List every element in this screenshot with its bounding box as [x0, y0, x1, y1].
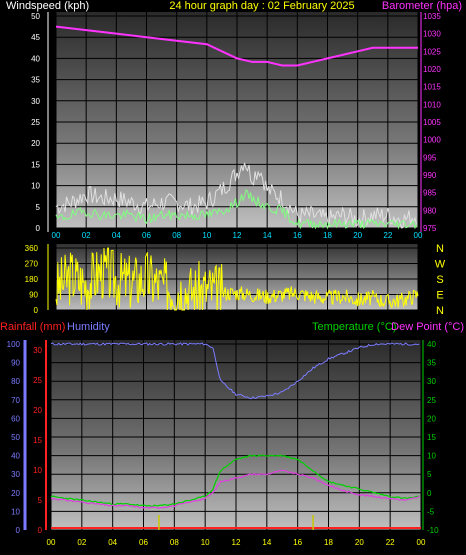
- barometer-tick-label: 990: [423, 171, 437, 180]
- temperature-x-tick-label: 10: [201, 538, 210, 547]
- dewpoint-axis-title: Dew Point (°C): [391, 321, 464, 333]
- rainfall-tick-label: 5: [38, 496, 43, 505]
- compass-label: N: [436, 305, 444, 317]
- temperature-tick-label: 10: [427, 452, 436, 461]
- wind-x-tick-label: 18: [323, 231, 332, 240]
- temperature-x-tick-label: 12: [232, 538, 241, 547]
- humidity-tick-label: 60: [11, 414, 20, 423]
- wind-x-tick-label: 10: [202, 231, 211, 240]
- compass-label: W: [435, 259, 446, 271]
- wind-tick-label: 5: [36, 203, 41, 212]
- temperature-x-tick-label: 02: [77, 538, 86, 547]
- rainfall-axis-title: Rainfall (mm): [0, 321, 65, 333]
- temperature-tick-label: 35: [427, 359, 436, 368]
- direction-tick-label: 90: [29, 291, 38, 300]
- temperature-x-tick-label: 00: [47, 538, 56, 547]
- barometer-tick-label: 1035: [423, 12, 441, 21]
- temperature-axis-title: Temperature (°C): [312, 321, 396, 333]
- temperature-tick-label: 20: [427, 414, 436, 423]
- wind-tick-label: 30: [31, 97, 40, 106]
- humidity-tick-label: 100: [7, 340, 21, 349]
- wind-x-tick-label: 14: [263, 231, 272, 240]
- barometer-tick-label: 985: [423, 189, 437, 198]
- wind-tick-label: 50: [31, 12, 40, 21]
- humidity-tick-label: 10: [11, 507, 20, 516]
- temperature-tick-label: 25: [427, 396, 436, 405]
- rainfall-tick-label: 30: [33, 346, 42, 355]
- barometer-tick-label: 1020: [423, 65, 441, 74]
- rainfall-tick-label: 15: [33, 436, 42, 445]
- temperature-x-tick-label: 14: [262, 538, 271, 547]
- wind-tick-label: 25: [31, 118, 40, 127]
- direction-tick-label: 360: [25, 244, 39, 253]
- rainfall-tick-label: 10: [33, 466, 42, 475]
- wind-tick-label: 15: [31, 160, 40, 169]
- barometer-tick-label: 1015: [423, 83, 441, 92]
- temperature-tick-label: -10: [427, 526, 439, 535]
- temperature-x-tick-label: 16: [293, 538, 302, 547]
- graph-title: 24 hour graph day : 02 February 2025: [169, 0, 354, 12]
- wind-tick-label: 40: [31, 54, 40, 63]
- humidity-tick-label: 40: [11, 452, 20, 461]
- barometer-tick-label: 1025: [423, 47, 441, 56]
- compass-label: S: [436, 274, 443, 286]
- wind-x-tick-label: 16: [293, 231, 302, 240]
- direction-tick-label: 270: [25, 260, 39, 269]
- wind-x-tick-label: 08: [172, 231, 181, 240]
- temperature-x-tick-label: 22: [386, 538, 395, 547]
- wind-x-tick-label: 06: [142, 231, 151, 240]
- temperature-tick-label: 40: [427, 340, 436, 349]
- temperature-x-tick-label: 18: [324, 538, 333, 547]
- weather-graph-page: Windspeed (kph) 24 hour graph day : 02 F…: [0, 0, 466, 555]
- temperature-tick-label: 5: [427, 470, 432, 479]
- temperature-tick-label: 15: [427, 433, 436, 442]
- wind-tick-label: 0: [36, 224, 41, 233]
- wind-x-tick-label: 00: [52, 231, 61, 240]
- humidity-axis-title: Humidity: [67, 321, 110, 333]
- barometer-axis-title: Barometer (hpa): [382, 0, 462, 12]
- temperature-x-tick-label: 04: [108, 538, 117, 547]
- temperature-x-tick-label: 06: [139, 538, 148, 547]
- temperature-x-tick-label: 00: [417, 538, 426, 547]
- rainfall-tick-label: 20: [33, 406, 42, 415]
- barometer-tick-label: 980: [423, 206, 437, 215]
- windspeed-axis-title: Windspeed (kph): [6, 0, 89, 12]
- barometer-tick-label: 1010: [423, 100, 441, 109]
- humidity-tick-label: 80: [11, 377, 20, 386]
- wind-x-tick-label: 04: [112, 231, 121, 240]
- humidity-tick-label: 90: [11, 359, 20, 368]
- wind-x-tick-label: 20: [353, 231, 362, 240]
- rainfall-tick-label: 25: [33, 376, 42, 385]
- wind-tick-label: 20: [31, 139, 40, 148]
- weather-chart: Windspeed (kph) 24 hour graph day : 02 F…: [0, 0, 464, 547]
- direction-tick-label: 180: [25, 275, 39, 284]
- wind-tick-label: 10: [31, 182, 40, 191]
- humidity-tick-label: 20: [11, 489, 20, 498]
- barometer-tick-label: 975: [423, 224, 437, 233]
- temperature-tick-label: 0: [427, 489, 432, 498]
- wind-x-tick-label: 00: [414, 231, 423, 240]
- barometer-tick-label: 1000: [423, 136, 441, 145]
- rainfall-tick-label: 0: [38, 526, 43, 535]
- compass-label: E: [436, 290, 443, 302]
- wind-tick-label: 45: [31, 33, 40, 42]
- barometer-tick-label: 1030: [423, 30, 441, 39]
- wind-x-tick-label: 02: [82, 231, 91, 240]
- compass-label: N: [436, 243, 444, 255]
- temperature-x-tick-label: 20: [355, 538, 364, 547]
- temperature-tick-label: 30: [427, 377, 436, 386]
- direction-tick-label: 0: [34, 306, 39, 315]
- barometer-tick-label: 1005: [423, 118, 441, 127]
- wind-x-tick-label: 12: [233, 231, 242, 240]
- humidity-tick-label: 50: [11, 433, 20, 442]
- temperature-tick-label: -5: [427, 507, 435, 516]
- wind-x-tick-label: 22: [383, 231, 392, 240]
- temperature-x-tick-label: 08: [170, 538, 179, 547]
- wind-tick-label: 35: [31, 76, 40, 85]
- humidity-tick-label: 30: [11, 470, 20, 479]
- barometer-tick-label: 995: [423, 153, 437, 162]
- humidity-tick-label: 0: [16, 526, 21, 535]
- humidity-tick-label: 70: [11, 396, 20, 405]
